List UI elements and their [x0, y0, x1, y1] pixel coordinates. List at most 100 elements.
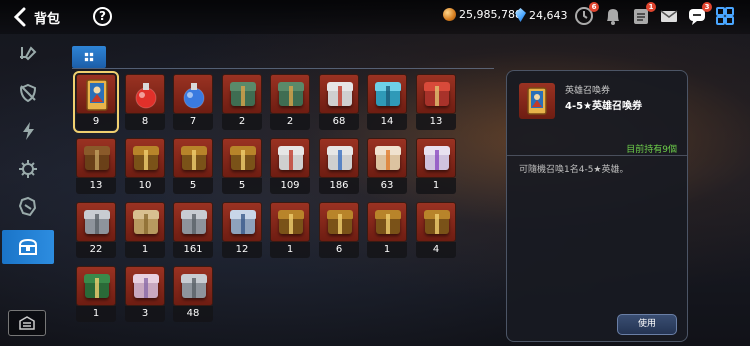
inventory-slot[interactable]: 4: [416, 202, 456, 258]
inventory-slot[interactable]: 6: [319, 202, 359, 258]
treasure-chest-icon: [181, 146, 207, 170]
mail-button[interactable]: [658, 5, 680, 27]
chat-button[interactable]: 3: [686, 2, 712, 27]
item-art: [319, 202, 359, 242]
sidebar-item-chests[interactable]: [2, 230, 54, 264]
item-count: 161: [173, 242, 213, 258]
item-art: [416, 202, 456, 242]
quests-button[interactable]: 1: [630, 2, 656, 27]
treasure-chest-icon: [230, 146, 256, 170]
treasure-chest-icon: [84, 274, 110, 298]
page-title: 背包: [34, 11, 61, 27]
item-art: [173, 138, 213, 178]
item-count: 2: [270, 114, 310, 130]
equipment-icon: [20, 46, 37, 61]
menu-button[interactable]: [714, 5, 736, 27]
item-count: 9: [76, 114, 116, 130]
item-count: 1: [416, 178, 456, 194]
inventory-slot[interactable]: 7: [173, 74, 213, 130]
inventory-slot[interactable]: 12: [222, 202, 262, 258]
use-button[interactable]: 使用: [617, 314, 677, 335]
sidebar-item-skills[interactable]: [2, 114, 54, 148]
item-art: [416, 138, 456, 178]
inventory-slot[interactable]: 161: [173, 202, 213, 258]
inventory-slot[interactable]: 1: [416, 138, 456, 194]
detail-item-type: 英雄召喚券: [565, 86, 611, 96]
item-art: [319, 74, 359, 114]
inventory-slot[interactable]: 5: [222, 138, 262, 194]
inventory-slot[interactable]: 63: [367, 138, 407, 194]
item-count: 8: [125, 114, 165, 130]
grid-menu-icon: [716, 7, 734, 25]
gift-box-icon: [230, 82, 256, 106]
item-count: 109: [270, 178, 310, 194]
mail-badge: 3: [702, 2, 712, 12]
shield-icon: [19, 83, 37, 103]
sidebar-item-runes[interactable]: [2, 190, 54, 224]
inventory-slot[interactable]: 8: [125, 74, 165, 130]
item-art: [319, 138, 359, 178]
inventory-slot[interactable]: 3: [125, 266, 165, 322]
bell-icon: [607, 9, 619, 25]
inventory-slot[interactable]: 9: [73, 71, 119, 133]
inventory-slot[interactable]: 5: [173, 138, 213, 194]
inventory-slot[interactable]: 1: [76, 266, 116, 322]
item-count: 10: [125, 178, 165, 194]
help-button[interactable]: ?: [93, 7, 112, 26]
sidebar-item-equipment[interactable]: [2, 38, 54, 72]
sidebar-item-materials[interactable]: [2, 152, 54, 186]
gem-counter: 24,643: [515, 8, 568, 22]
item-count: 1: [125, 242, 165, 258]
inventory-slot[interactable]: 1: [125, 202, 165, 258]
storage-button[interactable]: [8, 310, 46, 336]
item-art: [76, 74, 116, 114]
inventory-slot[interactable]: 1: [367, 202, 407, 258]
pouch-icon: [133, 210, 159, 234]
item-art: [125, 266, 165, 306]
sidebar-item-armor[interactable]: [2, 76, 54, 110]
item-art: [367, 138, 407, 178]
item-art: [270, 138, 310, 178]
inventory-slot[interactable]: 68: [319, 74, 359, 130]
treasure-chest-icon: [424, 210, 450, 234]
inventory-slot[interactable]: 22: [76, 202, 116, 258]
item-art: [76, 266, 116, 306]
history-button[interactable]: 6: [573, 2, 599, 27]
inventory-slot[interactable]: 14: [367, 74, 407, 130]
item-count: 13: [76, 178, 116, 194]
item-art: [125, 74, 165, 114]
item-art: [367, 74, 407, 114]
tab-divider: [72, 68, 494, 69]
item-count: 5: [222, 178, 262, 194]
item-count: 1: [270, 242, 310, 258]
gift-box-icon: [278, 82, 304, 106]
tab-all[interactable]: [72, 46, 106, 68]
gift-box-icon: [327, 146, 353, 170]
gold-coin-icon: [443, 8, 456, 21]
item-count: 12: [222, 242, 262, 258]
inventory-slot[interactable]: 13: [76, 138, 116, 194]
mail-icon: [660, 10, 678, 22]
inventory-slot[interactable]: 2: [270, 74, 310, 130]
inventory-slot[interactable]: 1: [270, 202, 310, 258]
gift-box-icon: [375, 82, 401, 106]
item-count: 6: [319, 242, 359, 258]
inventory-slot[interactable]: 13: [416, 74, 456, 130]
inventory-slot[interactable]: 10: [125, 138, 165, 194]
blue-potion-icon: [183, 83, 205, 109]
item-art: [270, 202, 310, 242]
inventory-slot[interactable]: 186: [319, 138, 359, 194]
gift-box-icon: [181, 274, 207, 298]
inventory-slot[interactable]: 2: [222, 74, 262, 130]
storage-icon: [19, 316, 35, 330]
inventory-slot[interactable]: 109: [270, 138, 310, 194]
gold-amount: 25,985,788: [459, 8, 522, 21]
notifications-button[interactable]: [602, 5, 624, 27]
item-count: 2: [222, 114, 262, 130]
inventory-slot[interactable]: 48: [173, 266, 213, 322]
red-potion-icon: [135, 83, 157, 109]
back-button[interactable]: 背包: [12, 6, 60, 28]
gift-box-icon: [424, 82, 450, 106]
top-bar: 背包 ? 25,985,788 24,643 6 1 3: [0, 0, 750, 34]
item-count: 14: [367, 114, 407, 130]
